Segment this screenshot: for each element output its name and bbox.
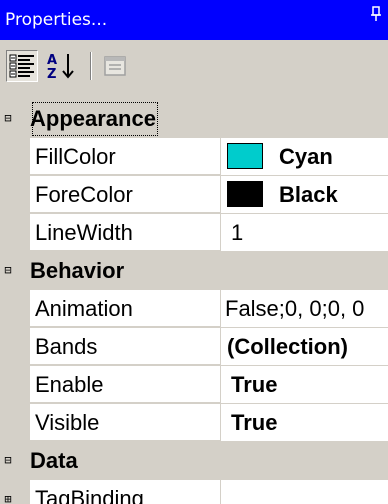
- svg-text:A: A: [47, 53, 57, 68]
- pin-icon[interactable]: [368, 0, 384, 40]
- property-row-linewidth[interactable]: LineWidth 1: [0, 214, 388, 252]
- property-row-enable[interactable]: Enable True: [0, 366, 388, 404]
- property-value-forecolor[interactable]: Black: [279, 176, 338, 213]
- category-label-behavior: Behavior: [30, 258, 125, 283]
- svg-text:Z: Z: [47, 67, 56, 82]
- alphabetical-button[interactable]: A Z: [44, 50, 76, 82]
- property-row-visible[interactable]: Visible True: [0, 404, 388, 442]
- category-label-data: Data: [30, 448, 78, 473]
- property-pages-button[interactable]: [100, 50, 132, 82]
- property-row-forecolor[interactable]: ForeColor Black: [0, 176, 388, 214]
- property-name-bands: Bands: [35, 334, 98, 359]
- property-name-fillcolor: FillColor: [35, 144, 116, 169]
- color-swatch-black: [227, 181, 263, 207]
- collapse-icon[interactable]: ⊟: [2, 264, 14, 276]
- category-label-appearance: Appearance: [30, 100, 160, 138]
- property-pages-icon: [104, 56, 126, 76]
- toolbar-separator: [90, 52, 92, 80]
- property-name-linewidth: LineWidth: [35, 220, 133, 245]
- category-behavior[interactable]: ⊟ Behavior: [0, 252, 388, 290]
- window-title: Properties...: [5, 10, 108, 30]
- expand-icon[interactable]: ⊞: [2, 493, 14, 504]
- property-value-animation[interactable]: False;0, 0;0, 0: [225, 290, 364, 327]
- property-name-forecolor: ForeColor: [35, 182, 133, 207]
- collapse-icon[interactable]: ⊟: [2, 112, 14, 124]
- property-name-tagbinding: TagBinding: [35, 486, 144, 504]
- categorized-icon: [9, 54, 34, 78]
- category-appearance[interactable]: ⊟ Appearance: [0, 100, 388, 138]
- property-row-tagbinding[interactable]: ⊞ TagBinding: [0, 480, 388, 504]
- property-name-visible: Visible: [35, 410, 100, 435]
- property-name-enable: Enable: [35, 372, 104, 397]
- color-swatch-cyan: [227, 143, 263, 169]
- property-value-bands[interactable]: (Collection): [227, 328, 348, 365]
- property-row-animation[interactable]: Animation False;0, 0;0, 0: [0, 290, 388, 328]
- property-row-bands[interactable]: Bands (Collection): [0, 328, 388, 366]
- property-value-fillcolor[interactable]: Cyan: [279, 138, 333, 175]
- toolbar: A Z: [0, 40, 388, 100]
- property-name-animation: Animation: [35, 296, 133, 321]
- categorized-button[interactable]: [6, 50, 38, 82]
- category-data[interactable]: ⊟ Data: [0, 442, 388, 480]
- properties-title-bar: Properties...: [0, 0, 388, 40]
- collapse-icon[interactable]: ⊟: [2, 454, 14, 466]
- property-value-enable[interactable]: True: [231, 366, 277, 403]
- property-value-visible[interactable]: True: [231, 404, 277, 441]
- property-grid: ⊟ Appearance FillColor Cyan ForeColor Bl…: [0, 100, 388, 504]
- alphabetical-sort-icon: A Z: [47, 53, 74, 82]
- property-value-linewidth[interactable]: 1: [231, 214, 243, 251]
- property-row-fillcolor[interactable]: FillColor Cyan: [0, 138, 388, 176]
